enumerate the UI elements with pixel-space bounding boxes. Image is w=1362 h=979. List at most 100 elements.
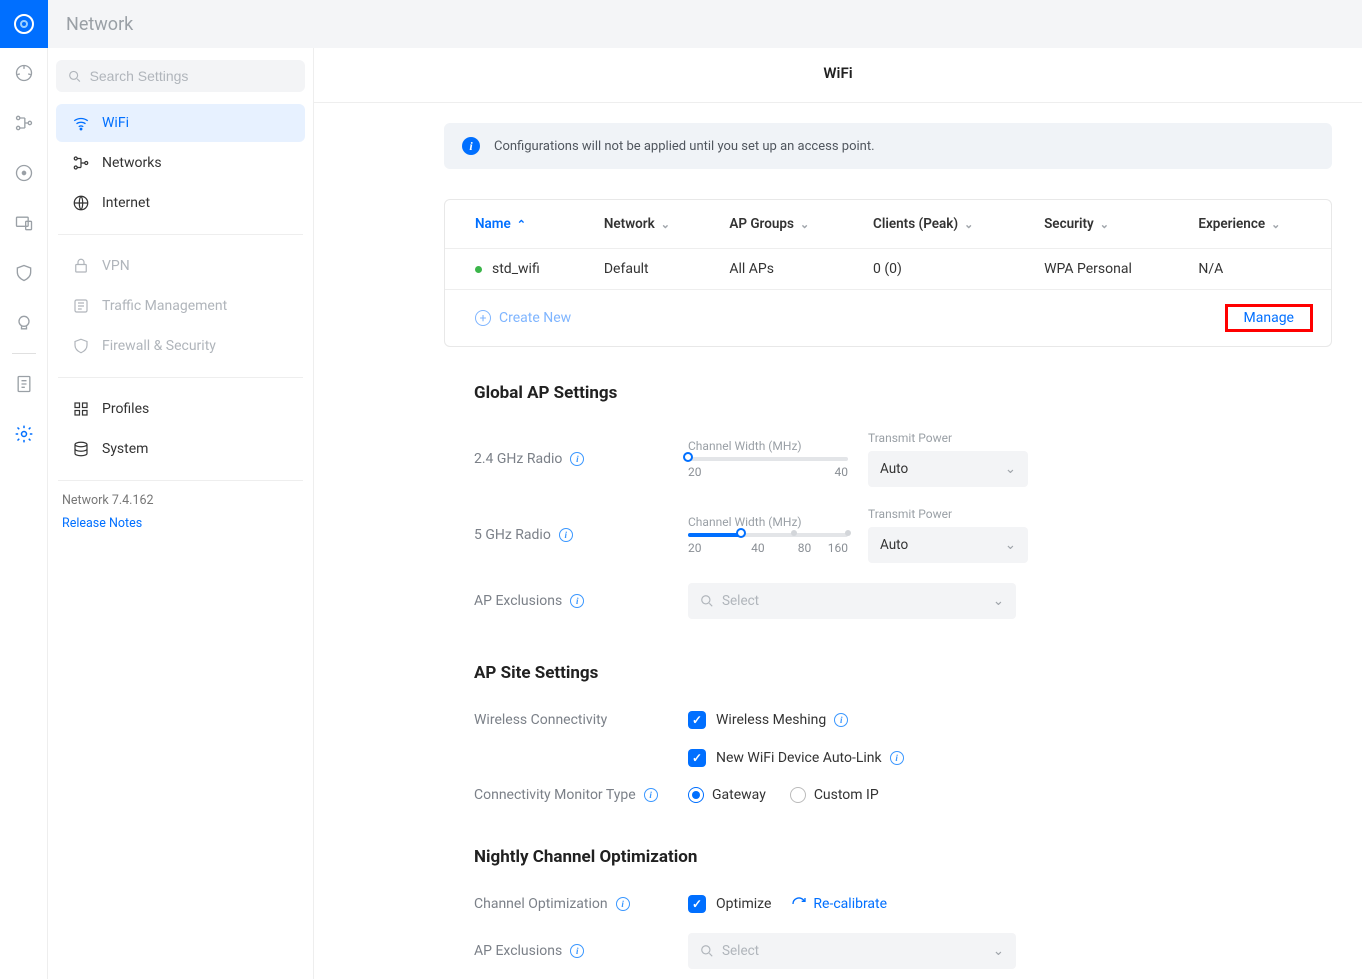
sidebar-item-networks[interactable]: Networks [56, 144, 305, 182]
settings-sidebar: WiFi Networks Internet VPN Traffi [48, 48, 314, 979]
system-icon [70, 440, 92, 458]
manage-button[interactable]: Manage [1230, 304, 1308, 332]
sidebar-item-firewall: Firewall & Security [56, 327, 305, 365]
label-ap-exclusions-2: AP Exclusionsi [444, 943, 688, 959]
sidebar-divider [58, 480, 303, 481]
cell-security: WPA Personal [1030, 249, 1184, 290]
rail-radio-icon[interactable] [0, 148, 48, 198]
sidebar-item-traffic: Traffic Management [56, 287, 305, 325]
sidebar-divider [58, 234, 303, 235]
label-monitor-type: Connectivity Monitor Typei [444, 787, 688, 803]
col-name[interactable]: Name⌃ [445, 200, 590, 249]
dropdown-tp-24[interactable]: Auto⌄ [868, 451, 1028, 487]
checkbox-wireless-meshing[interactable] [688, 711, 706, 729]
dropdown-tp-5[interactable]: Auto⌄ [868, 527, 1028, 563]
info-icon[interactable]: i [834, 713, 848, 727]
chevron-down-icon: ⌄ [964, 218, 973, 231]
info-icon[interactable]: i [559, 528, 573, 542]
label-5ghz: 5 GHz Radioi [444, 527, 688, 543]
wifi-table-panel: Name⌃ Network⌄ AP Groups⌄ Clients (Peak)… [444, 199, 1332, 347]
sidebar-item-wifi[interactable]: WiFi [56, 104, 305, 142]
select-ap-exclusions[interactable]: Select ⌄ [688, 583, 1016, 619]
topbar: Network [48, 0, 1362, 48]
profiles-icon [70, 400, 92, 418]
col-clients[interactable]: Clients (Peak)⌄ [859, 200, 1030, 249]
search-settings[interactable] [56, 60, 305, 92]
info-icon: i [462, 137, 480, 155]
alert-text: Configurations will not be applied until… [494, 139, 875, 154]
rail-divider [12, 353, 36, 354]
rail-insights-icon[interactable] [0, 298, 48, 348]
status-dot-icon [475, 266, 482, 273]
info-icon[interactable]: i [570, 452, 584, 466]
rail-devices-icon[interactable] [0, 198, 48, 248]
release-notes-link[interactable]: Release Notes [62, 516, 299, 531]
checkbox-optimize[interactable] [688, 895, 706, 913]
col-experience[interactable]: Experience⌄ [1184, 200, 1331, 249]
info-icon[interactable]: i [616, 897, 630, 911]
checkbox-auto-link[interactable] [688, 749, 706, 767]
sidebar-item-label: VPN [102, 258, 130, 274]
sidebar-item-label: Networks [102, 155, 162, 171]
col-security[interactable]: Security⌄ [1030, 200, 1184, 249]
rail-security-icon[interactable] [0, 248, 48, 298]
cell-network: Default [590, 249, 715, 290]
chevron-down-icon: ⌄ [993, 593, 1004, 609]
sidebar-item-label: Profiles [102, 401, 149, 417]
sidebar-item-system[interactable]: System [56, 430, 305, 468]
select-nightly-exclusions[interactable]: Select ⌄ [688, 933, 1016, 969]
chevron-down-icon: ⌄ [661, 218, 670, 231]
app-logo[interactable] [0, 0, 48, 48]
sidebar-item-label: Firewall & Security [102, 338, 216, 354]
traffic-icon [70, 297, 92, 315]
chevron-down-icon: ⌄ [1005, 461, 1016, 477]
search-input[interactable] [90, 68, 293, 84]
info-icon[interactable]: i [570, 594, 584, 608]
col-ap-groups[interactable]: AP Groups⌄ [715, 200, 859, 249]
sidebar-item-label: Internet [102, 195, 150, 211]
chevron-down-icon: ⌄ [800, 218, 809, 231]
page-title: WiFi [314, 48, 1362, 103]
rail-topology-icon[interactable] [0, 98, 48, 148]
label-channel-optimization: Channel Optimizationi [444, 896, 688, 912]
cell-name: std_wifi [492, 261, 540, 277]
label-24ghz: 2.4 GHz Radioi [444, 451, 688, 467]
info-icon[interactable]: i [644, 788, 658, 802]
info-icon[interactable]: i [570, 944, 584, 958]
rail-dashboard-icon[interactable] [0, 48, 48, 98]
globe-icon [70, 194, 92, 212]
annotation-highlight: Manage [1225, 304, 1313, 332]
slider-24ghz[interactable] [688, 457, 848, 461]
create-new-button[interactable]: + Create New [475, 310, 571, 326]
sidebar-item-profiles[interactable]: Profiles [56, 390, 305, 428]
sort-asc-icon: ⌃ [517, 218, 526, 231]
col-network[interactable]: Network⌄ [590, 200, 715, 249]
section-global-ap: Global AP Settings [474, 383, 1332, 403]
sidebar-divider [58, 377, 303, 378]
icon-rail [0, 0, 48, 979]
radio-gateway[interactable] [688, 787, 704, 803]
section-nightly: Nightly Channel Optimization [474, 847, 1332, 867]
section-ap-site: AP Site Settings [474, 663, 1332, 683]
cell-experience: N/A [1184, 249, 1331, 290]
slider-5ghz[interactable] [688, 533, 848, 537]
sidebar-item-label: System [102, 441, 148, 457]
label-transmit-power: Transmit Power [868, 431, 1028, 445]
info-icon[interactable]: i [890, 751, 904, 765]
info-alert: i Configurations will not be applied unt… [444, 123, 1332, 169]
chevron-down-icon: ⌄ [1100, 218, 1109, 231]
label-channel-width: Channel Width (MHz) [688, 515, 848, 529]
sidebar-item-internet[interactable]: Internet [56, 184, 305, 222]
sidebar-item-label: Traffic Management [102, 298, 227, 314]
chevron-down-icon: ⌄ [1271, 218, 1280, 231]
recalibrate-button[interactable]: Re-calibrate [791, 896, 887, 912]
table-row[interactable]: std_wifi Default All APs 0 (0) WPA Perso… [445, 249, 1331, 290]
label-ap-exclusions: AP Exclusionsi [444, 593, 688, 609]
rail-settings-icon[interactable] [0, 409, 48, 459]
chevron-down-icon: ⌄ [993, 943, 1004, 959]
networks-icon [70, 154, 92, 172]
radio-custom-ip[interactable] [790, 787, 806, 803]
label-channel-width: Channel Width (MHz) [688, 439, 848, 453]
rail-logs-icon[interactable] [0, 359, 48, 409]
sidebar-item-vpn: VPN [56, 247, 305, 285]
